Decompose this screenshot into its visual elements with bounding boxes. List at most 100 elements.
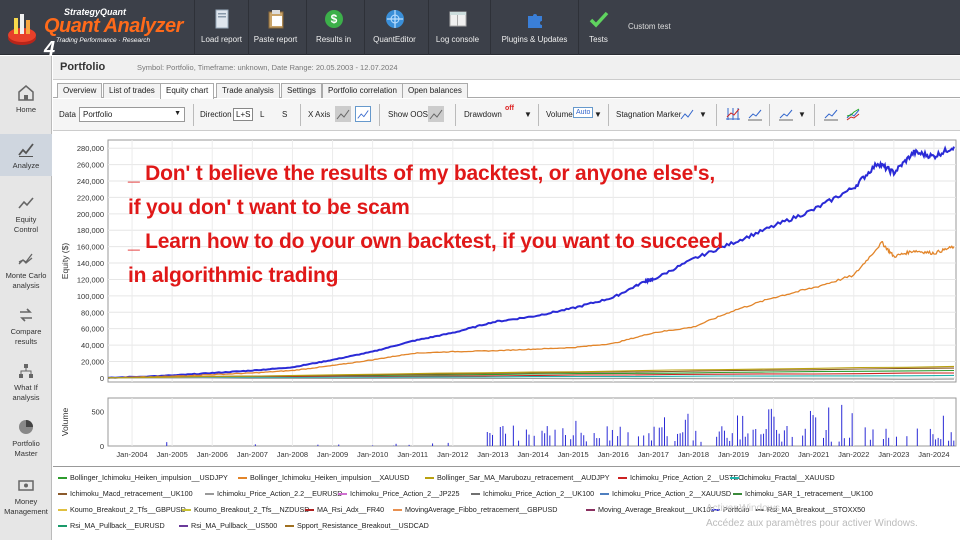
legend-item[interactable]: Ichimoku_Macd_retracement__UK100	[58, 489, 193, 498]
tab-settings[interactable]: Settings	[281, 83, 322, 98]
legend-label: Ichimoku_Price_Action_2.2__EURUSD	[217, 489, 343, 498]
direction-long-button[interactable]: L	[260, 110, 264, 119]
chevron-down-icon[interactable]: ▼	[699, 110, 707, 119]
legend-label: Ichimoku_Price_Action_2__JP225	[350, 489, 460, 498]
y-tick-label: 60,000	[81, 325, 104, 334]
legend-item[interactable]: Rsi_MA_Pullback__US500	[179, 521, 277, 530]
legend-label: Rsi_MA_Pullback__EURUSD	[70, 521, 165, 530]
what-if-icon	[19, 364, 33, 378]
chart-multi-icon[interactable]	[845, 106, 861, 122]
plugins-updates-button[interactable]: Plugins & Updates	[490, 0, 578, 55]
chart-export-icon[interactable]	[823, 106, 839, 122]
load-report-button[interactable]: Load report	[194, 0, 248, 55]
legend-item[interactable]: Bollinger_Ichimoku_Heiken_impulsion__USD…	[58, 473, 228, 482]
money-icon	[18, 480, 34, 491]
legend-label: Ichimoku_Macd_retracement__UK100	[70, 489, 193, 498]
legend-item[interactable]: MA_Rsi_Adx__FR40	[305, 505, 384, 514]
legend-item[interactable]: Bollinger_Sar_MA_Marubozu_retracement__A…	[425, 473, 610, 482]
legend-item[interactable]: Ichimoku_Price_Action_2__UK100	[471, 489, 594, 498]
drawdown-off-badge[interactable]: off	[505, 105, 514, 112]
tab-overview[interactable]: Overview	[57, 83, 103, 98]
legend-label: MovingAverage_Fibbo_retracement__GBPUSD	[405, 505, 558, 514]
overlay-message: _ Don' t believe the results of my backt…	[128, 157, 723, 293]
y-tick-label: 0	[100, 374, 104, 383]
direction-label: Direction	[200, 110, 232, 119]
volume-auto-badge[interactable]: Auto	[573, 107, 594, 118]
side-navigation: Home Analyze Equity Control Monte Carlo …	[0, 56, 52, 540]
chevron-down-icon[interactable]: ▼	[524, 110, 532, 119]
results-in-button[interactable]: $ Results in	[306, 0, 360, 55]
home-icon	[18, 85, 34, 101]
clipboard-icon	[268, 10, 283, 29]
tests-button[interactable]: Tests	[578, 0, 618, 55]
direction-both-button[interactable]: L+S	[233, 108, 254, 121]
y-tick-label: 180,000	[77, 226, 104, 235]
nav-monte-carlo[interactable]: Monte Carlo analysis	[0, 250, 52, 294]
nav-compare-results[interactable]: Compare results	[0, 306, 52, 350]
legend-swatch	[205, 493, 214, 496]
chart-grid-icon[interactable]	[725, 106, 741, 122]
x-tick-label: Jan-2015	[557, 450, 588, 459]
chevron-down-icon[interactable]: ▼	[594, 110, 602, 119]
x-tick-label: Jan-2011	[397, 450, 428, 459]
tab-trade-analysis[interactable]: Trade analysis	[216, 83, 280, 98]
y-tick-label: 260,000	[77, 161, 104, 170]
data-label: Data	[59, 110, 76, 119]
xaxis-time-icon[interactable]	[355, 106, 371, 122]
chart-line-icon[interactable]	[747, 106, 763, 122]
legend-label: MA_Rsi_Adx__FR40	[317, 505, 385, 514]
nav-money-management[interactable]: Money Management	[0, 476, 52, 520]
legend-item[interactable]: Spport_Resistance_Breakout__USDCAD	[285, 521, 429, 530]
legend-swatch	[238, 477, 247, 480]
nav-home[interactable]: Home	[0, 84, 52, 124]
legend-item[interactable]: Ichimoku_Price_Action_2__XAUUSD	[600, 489, 731, 498]
volume-label: Volume	[546, 110, 573, 119]
custom-test-label[interactable]: Custom test	[628, 22, 671, 31]
legend-item[interactable]: Koumo_Breakout_2_Tfs__GBPUSD	[58, 505, 186, 514]
compare-icon	[20, 308, 32, 322]
legend-item[interactable]: Ichimoku_Fractal__XAUUSD	[730, 473, 835, 482]
legend-item[interactable]: Ichimoku_Price_Action_2__JP225	[338, 489, 459, 498]
stagnation-icon[interactable]	[679, 106, 695, 122]
y-tick-label: 140,000	[77, 259, 104, 268]
nav-analyze[interactable]: Analyze	[0, 134, 52, 176]
legend-swatch	[730, 477, 739, 480]
legend-item[interactable]: Rsi_MA_Pullback__EURUSD	[58, 521, 165, 530]
windows-watermark-title: Activer Windows	[706, 503, 780, 514]
legend-item[interactable]: Bollinger_Ichimoku_Heiken_impulsion__XAU…	[238, 473, 409, 482]
direction-short-button[interactable]: S	[282, 110, 287, 119]
chart-zoom-icon[interactable]	[778, 106, 794, 122]
pie-icon	[19, 420, 33, 434]
x-tick-label: Jan-2009	[317, 450, 348, 459]
legend-label: Ichimoku_Fractal__XAUUSD	[742, 473, 835, 482]
data-select[interactable]: Portfolio ▼	[79, 107, 185, 122]
page-title: Portfolio	[60, 61, 106, 73]
overlay-line-4: in algorithmic trading	[128, 264, 339, 287]
legend-item[interactable]: MovingAverage_Fibbo_retracement__GBPUSD	[393, 505, 557, 514]
show-oos-icon[interactable]	[428, 106, 444, 122]
chevron-down-icon[interactable]: ▼	[798, 110, 806, 119]
legend-item[interactable]: Moving_Average_Breakout__UK100	[586, 505, 715, 514]
tab-equity-chart[interactable]: Equity chart	[160, 83, 215, 99]
equity-control-icon	[18, 197, 34, 209]
tab-portfolio-correlation[interactable]: Portfolio correlation	[322, 83, 403, 98]
legend-item[interactable]: Ichimoku_Price_Action_2.2__EURUSD	[205, 489, 342, 498]
nav-equity-control[interactable]: Equity Control	[0, 194, 52, 238]
tab-list-of-trades[interactable]: List of trades	[103, 83, 161, 98]
legend-item[interactable]: Koumo_Breakout_2_Tfs__NZDUSD	[182, 505, 309, 514]
legend-item[interactable]: Ichimoku_Price_Action_2__USTEC	[618, 473, 743, 482]
app-logo: StrategyQuant Quant Analyzer 4 Trading P…	[0, 0, 193, 60]
xaxis-trades-icon[interactable]	[335, 106, 351, 122]
divider	[769, 104, 770, 126]
legend-item[interactable]: Ichimoku_SAR_1_retracement__UK100	[733, 489, 873, 498]
log-console-button[interactable]: Log console	[428, 0, 486, 55]
tab-open-balances[interactable]: Open balances	[402, 83, 468, 98]
paste-report-button[interactable]: Paste report	[248, 0, 302, 55]
nav-what-if[interactable]: What If analysis	[0, 362, 52, 406]
monte-carlo-icon	[18, 253, 33, 265]
divider	[716, 104, 717, 126]
quanteditor-button[interactable]: QuantEditor	[364, 0, 424, 55]
x-tick-label: Jan-2016	[598, 450, 629, 459]
nav-portfolio-master[interactable]: Portfolio Master	[0, 418, 52, 462]
divider	[814, 104, 815, 126]
